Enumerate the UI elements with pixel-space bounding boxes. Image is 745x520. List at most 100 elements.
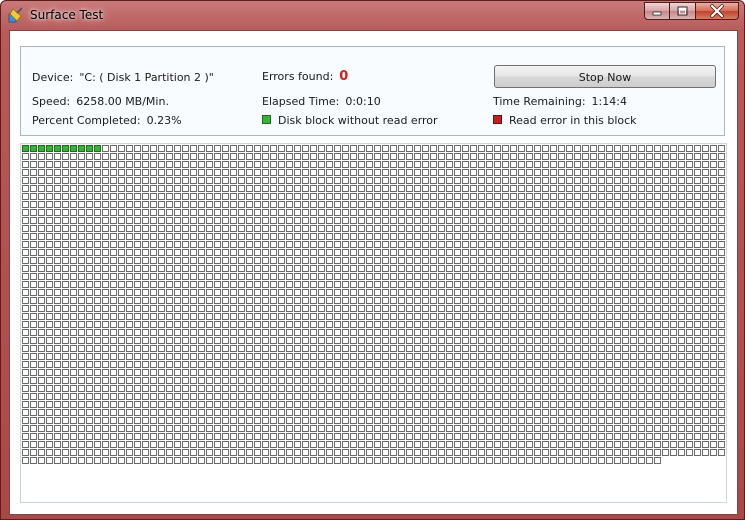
disk-block-untested — [694, 377, 701, 384]
disk-block-untested — [398, 353, 405, 360]
disk-block-untested — [254, 169, 261, 176]
disk-block-untested — [710, 361, 717, 368]
disk-block-untested — [294, 337, 301, 344]
disk-block-untested — [38, 353, 45, 360]
disk-block-untested — [390, 377, 397, 384]
disk-block-untested — [582, 417, 589, 424]
disk-block-untested — [718, 249, 725, 256]
disk-block-untested — [470, 449, 477, 456]
disk-block-untested — [222, 233, 229, 240]
disk-block-untested — [214, 385, 221, 392]
disk-block-untested — [110, 313, 117, 320]
disk-block-untested — [126, 329, 133, 336]
disk-block-untested — [662, 377, 669, 384]
disk-block-untested — [686, 425, 693, 432]
disk-block-untested — [102, 225, 109, 232]
disk-block-untested — [398, 433, 405, 440]
disk-block-untested — [414, 193, 421, 200]
disk-block-untested — [134, 321, 141, 328]
disk-block-untested — [678, 257, 685, 264]
disk-block-untested — [574, 217, 581, 224]
disk-block-untested — [686, 313, 693, 320]
disk-block-untested — [374, 145, 381, 152]
disk-block-untested — [326, 393, 333, 400]
disk-block-untested — [566, 297, 573, 304]
minimize-button[interactable] — [644, 2, 670, 20]
disk-block-untested — [542, 385, 549, 392]
disk-block-untested — [606, 249, 613, 256]
disk-block-untested — [518, 145, 525, 152]
disk-block-untested — [526, 297, 533, 304]
disk-block-untested — [374, 329, 381, 336]
disk-block-untested — [678, 305, 685, 312]
disk-block-untested — [134, 345, 141, 352]
disk-block-untested — [150, 209, 157, 216]
disk-block-untested — [526, 409, 533, 416]
disk-block-untested — [534, 329, 541, 336]
disk-block-untested — [422, 337, 429, 344]
disk-block-untested — [78, 417, 85, 424]
maximize-button[interactable] — [670, 2, 696, 20]
disk-block-untested — [694, 441, 701, 448]
disk-block-untested — [262, 321, 269, 328]
disk-block-untested — [430, 185, 437, 192]
disk-block-untested — [22, 425, 29, 432]
disk-block-untested — [134, 417, 141, 424]
close-button[interactable] — [696, 2, 739, 20]
disk-block-untested — [94, 401, 101, 408]
disk-block-untested — [294, 345, 301, 352]
disk-block-untested — [702, 369, 709, 376]
disk-block-untested — [22, 313, 29, 320]
disk-block-untested — [686, 417, 693, 424]
disk-block-untested — [502, 433, 509, 440]
disk-block-untested — [542, 161, 549, 168]
disk-block-untested — [598, 273, 605, 280]
disk-block-untested — [102, 409, 109, 416]
disk-block-untested — [214, 361, 221, 368]
title-bar[interactable]: Surface Test — [1, 1, 744, 29]
disk-block-untested — [62, 393, 69, 400]
disk-block-untested — [230, 241, 237, 248]
disk-block-untested — [46, 257, 53, 264]
disk-block-untested — [334, 193, 341, 200]
disk-block-untested — [190, 289, 197, 296]
disk-block-untested — [326, 321, 333, 328]
disk-block-untested — [22, 385, 29, 392]
disk-block-untested — [446, 297, 453, 304]
disk-block-untested — [526, 217, 533, 224]
disk-block-untested — [702, 281, 709, 288]
disk-block-untested — [446, 337, 453, 344]
disk-block-untested — [470, 385, 477, 392]
disk-block-untested — [582, 241, 589, 248]
disk-block-untested — [654, 417, 661, 424]
disk-block-untested — [62, 369, 69, 376]
disk-block-untested — [406, 217, 413, 224]
disk-block-untested — [646, 161, 653, 168]
disk-block-untested — [278, 417, 285, 424]
disk-block-untested — [150, 177, 157, 184]
disk-block-untested — [446, 449, 453, 456]
disk-block-untested — [38, 161, 45, 168]
disk-block-untested — [22, 161, 29, 168]
disk-block-untested — [518, 305, 525, 312]
disk-block-untested — [614, 313, 621, 320]
disk-block-untested — [222, 289, 229, 296]
disk-block-untested — [414, 201, 421, 208]
disk-block-untested — [294, 161, 301, 168]
stop-now-button[interactable]: Stop Now — [494, 65, 716, 88]
disk-block-untested — [70, 305, 77, 312]
disk-block-untested — [30, 433, 37, 440]
disk-block-untested — [718, 281, 725, 288]
disk-block-untested — [670, 153, 677, 160]
disk-block-untested — [694, 433, 701, 440]
disk-block-untested — [38, 241, 45, 248]
disk-block-untested — [494, 313, 501, 320]
disk-block-untested — [430, 297, 437, 304]
disk-block-untested — [142, 321, 149, 328]
disk-block-untested — [566, 265, 573, 272]
disk-block-untested — [374, 153, 381, 160]
disk-block-untested — [214, 369, 221, 376]
disk-block-untested — [462, 217, 469, 224]
disk-block-untested — [606, 177, 613, 184]
disk-block-untested — [462, 409, 469, 416]
